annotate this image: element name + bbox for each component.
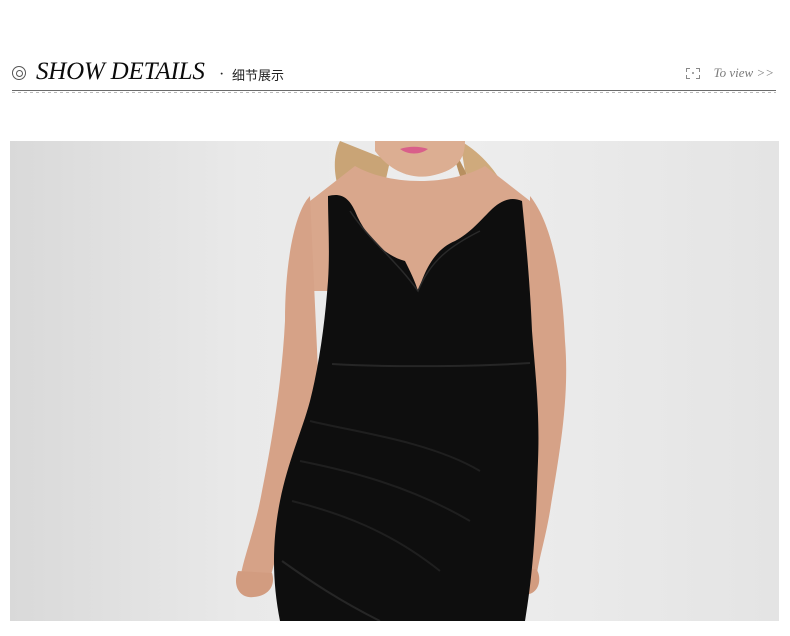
product-detail-photo [10,141,779,621]
section-subtitle: 细节展示 [232,69,285,84]
section-title: SHOW DETAILS [36,58,205,85]
title-separator: · [219,66,225,83]
left-hand [235,571,274,598]
model-illustration [235,141,567,621]
header-divider [12,90,776,93]
target-icon [12,66,26,80]
to-view-label[interactable]: To view >> [714,65,774,81]
to-view-link[interactable]: To view >> [685,65,774,81]
section-header: SHOW DETAILS · 细节展示 To view >> [0,0,790,100]
face [375,141,465,177]
frame-icon [685,67,700,79]
